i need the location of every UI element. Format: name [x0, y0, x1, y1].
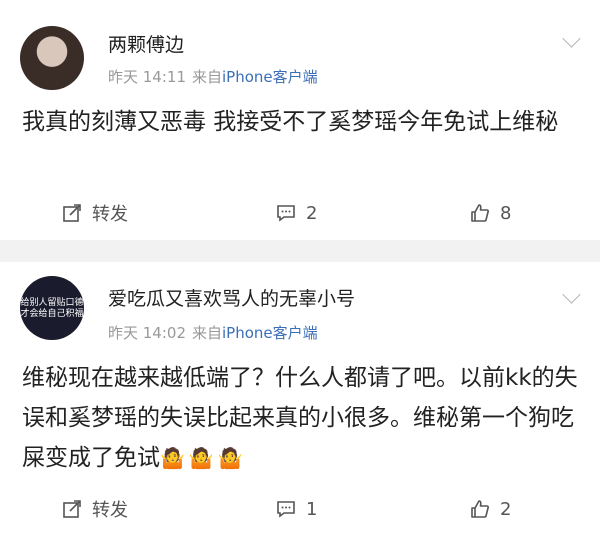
username[interactable]: 爱吃瓜又喜欢骂人的无辜小号: [108, 284, 355, 311]
post-text: 我真的刻薄又恶毒 我接受不了奚梦瑶今年免试上维秘: [22, 102, 582, 142]
client-link[interactable]: iPhone客户端: [222, 324, 318, 342]
comment-count: 1: [306, 498, 318, 520]
action-bar: 转发 2 8: [0, 198, 600, 228]
like-button[interactable]: 8: [470, 198, 511, 228]
repost-label: 转发: [92, 500, 128, 521]
comment-count: 2: [306, 202, 318, 224]
like-count: 2: [500, 498, 512, 520]
comment-icon: [277, 205, 295, 222]
shrug-emoji: 🤷🤷🤷: [160, 446, 247, 470]
post-text-content: 我真的刻薄又恶毒 我接受不了奚梦瑶今年免试上维秘: [22, 109, 559, 135]
avatar-text: 才会给自己积福: [20, 309, 84, 319]
repost-button[interactable]: 转发: [62, 494, 128, 524]
repost-button[interactable]: 转发: [62, 198, 128, 228]
action-bar: 转发 1 2: [0, 494, 600, 524]
from-label: 来自: [192, 68, 223, 86]
weibo-comment-card: 给别人留贴口德 才会给自己积福 爱吃瓜又喜欢骂人的无辜小号 昨天 14:02 来自…: [0, 262, 600, 538]
post-meta: 昨天 14:02 来自iPhone客户端: [108, 322, 318, 343]
repost-label: 转发: [92, 204, 128, 225]
avatar-text: 给别人留贴口德: [20, 298, 84, 308]
like-button[interactable]: 2: [470, 494, 511, 524]
post-time: 昨天 14:11: [108, 68, 186, 86]
thumbs-up-icon: [471, 500, 489, 518]
post-text: 维秘现在越来越低端了？什么人都请了吧。以前kk的失误和奚梦瑶的失误比起来真的小很…: [22, 358, 582, 478]
username[interactable]: 两颗傅边: [108, 30, 184, 57]
post-text-content: 维秘现在越来越低端了？什么人都请了吧。以前kk的失误和奚梦瑶的失误比起来真的小很…: [22, 365, 578, 471]
chevron-down-icon[interactable]: [562, 285, 581, 304]
like-count: 8: [500, 202, 512, 224]
weibo-comment-card: 两颗傅边 昨天 14:11 来自iPhone客户端 我真的刻薄又恶毒 我接受不了奚…: [0, 0, 600, 240]
comment-button[interactable]: 1: [276, 494, 317, 524]
avatar[interactable]: [20, 26, 84, 90]
avatar[interactable]: 给别人留贴口德 才会给自己积福: [20, 276, 84, 340]
comment-icon: [277, 501, 295, 518]
share-icon: [63, 500, 81, 518]
client-link[interactable]: iPhone客户端: [222, 68, 318, 86]
post-meta: 昨天 14:11 来自iPhone客户端: [108, 66, 318, 87]
from-label: 来自: [192, 324, 223, 342]
post-time: 昨天 14:02: [108, 324, 186, 342]
chevron-down-icon[interactable]: [562, 29, 581, 48]
comment-button[interactable]: 2: [276, 198, 317, 228]
share-icon: [63, 204, 81, 222]
thumbs-up-icon: [471, 204, 489, 222]
